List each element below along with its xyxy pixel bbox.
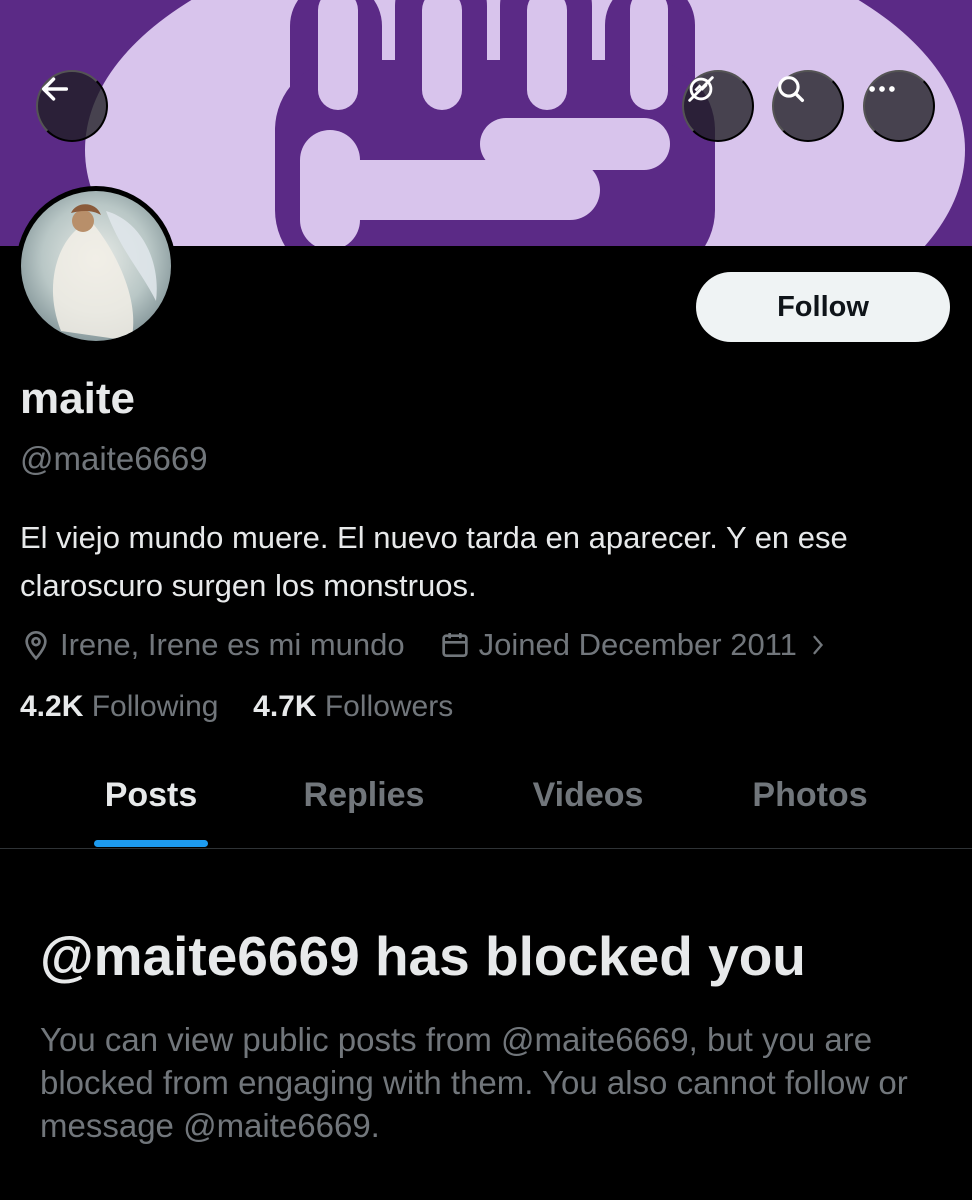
tab-videos[interactable]: Videos	[508, 776, 668, 815]
display-name: maite	[20, 374, 135, 423]
location-text: Irene, Irene es mi mundo	[60, 627, 405, 662]
tab-photos[interactable]: Photos	[730, 776, 890, 815]
profile-tabs: Posts Replies Videos Photos	[0, 760, 972, 849]
profile-handle: @maite6669	[20, 440, 208, 477]
followers-stat[interactable]: 4.7K Followers	[253, 690, 453, 723]
location-icon	[20, 629, 52, 661]
followers-count: 4.7K	[253, 690, 317, 723]
avatar[interactable]	[16, 186, 176, 346]
blocked-message: You can view public posts from @maite666…	[40, 1021, 908, 1144]
following-count: 4.2K	[20, 690, 84, 723]
search-button[interactable]	[772, 70, 844, 142]
following-label: Following	[91, 690, 219, 723]
mute-notifications-button[interactable]	[682, 70, 754, 142]
profile-meta: Irene, Irene es mi mundo Joined December…	[20, 624, 837, 666]
chevron-right-icon[interactable]	[807, 631, 829, 659]
more-button[interactable]	[863, 70, 935, 142]
following-stat[interactable]: 4.2K Following	[20, 690, 218, 723]
follow-stats: 4.2K Following 4.7K Followers	[20, 690, 453, 724]
tab-replies[interactable]: Replies	[284, 776, 444, 815]
followers-label: Followers	[324, 690, 454, 723]
blocked-title: @maite6669 has blocked you	[40, 925, 806, 987]
tab-posts[interactable]: Posts	[84, 776, 218, 815]
calendar-icon	[439, 629, 471, 661]
active-tab-indicator	[94, 840, 208, 847]
follow-button[interactable]: Follow	[696, 272, 950, 342]
joined-date[interactable]: Joined December 2011	[479, 627, 797, 663]
profile-bio: El viejo mundo muere. El nuevo tarda en …	[20, 520, 848, 603]
avatar-image	[21, 191, 171, 341]
back-button[interactable]	[36, 70, 108, 142]
